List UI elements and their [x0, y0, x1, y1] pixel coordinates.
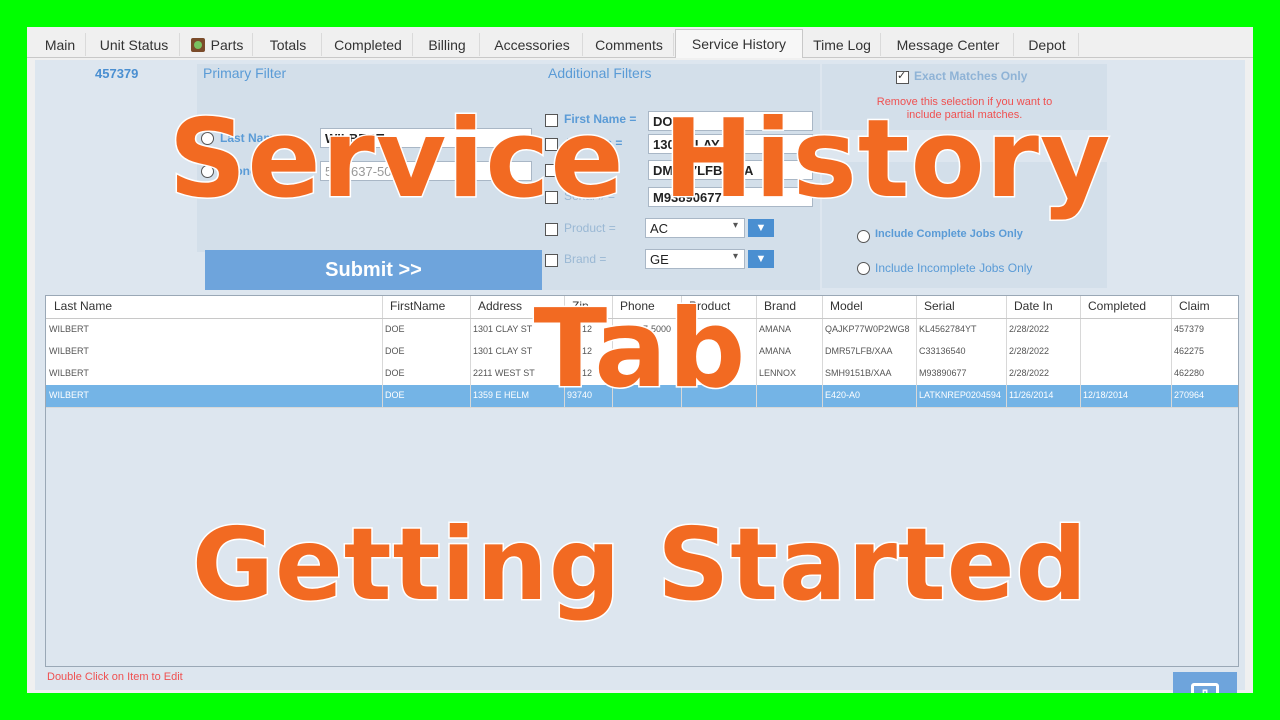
tab-billing[interactable]: Billing — [415, 33, 480, 56]
tab-bar: Main Unit Status Parts Totals Completed Billi… — [27, 27, 1253, 58]
tab-comments[interactable]: Comments — [585, 33, 674, 56]
incomplete-jobs-radio[interactable] — [857, 262, 870, 275]
exact-matches-label: Exact Matches Only — [914, 69, 1028, 83]
overlay-title-line2: Tab — [532, 286, 747, 414]
tab-label: Billing — [428, 36, 466, 53]
tab-depot[interactable]: Depot — [1016, 33, 1079, 56]
complete-jobs-radio[interactable] — [857, 230, 870, 243]
tab-message-center[interactable]: Message Center — [883, 33, 1014, 56]
brand-dropdown-button[interactable]: ▼ — [748, 250, 774, 268]
tab-label: Totals — [269, 36, 307, 53]
tab-label: Parts — [210, 36, 244, 53]
tab-time-log[interactable]: Time Log — [804, 33, 881, 56]
export-button[interactable]: ⇩ — [1173, 672, 1237, 693]
incomplete-jobs-label: Include Incomplete Jobs Only — [875, 261, 1033, 275]
tab-label: Accessories — [494, 36, 570, 53]
submit-button[interactable]: Submit >> — [205, 250, 542, 290]
additional-filters-title: Additional Filters — [548, 65, 652, 81]
arrow-down-icon: ▼ — [755, 253, 767, 265]
download-arrow-icon: ⇩ — [1191, 683, 1219, 693]
brand-label: Brand = — [564, 252, 607, 266]
tab-label: Main — [44, 36, 76, 53]
tab-label: Service History — [691, 36, 787, 52]
tab-label: Depot — [1028, 36, 1066, 53]
overlay-title-line1: Service History — [167, 96, 1112, 224]
tab-label: Unit Status — [99, 36, 169, 53]
tab-totals[interactable]: Totals — [255, 33, 322, 56]
tab-label: Comments — [595, 36, 663, 53]
claim-number: 457379 — [95, 66, 139, 81]
tab-unit-status[interactable]: Unit Status — [89, 33, 180, 56]
tab-service-history[interactable]: Service History — [675, 29, 803, 58]
tab-accessories[interactable]: Accessories — [482, 33, 583, 56]
complete-jobs-label: Include Complete Jobs Only — [875, 228, 1023, 240]
brand-checkbox[interactable] — [545, 254, 558, 267]
brand-chevron-down-icon[interactable]: ▾ — [733, 251, 738, 262]
tab-main[interactable]: Main — [35, 33, 86, 56]
tab-parts[interactable]: Parts — [182, 33, 253, 56]
tab-label: Time Log — [813, 36, 871, 53]
exact-matches-checkbox[interactable] — [896, 69, 909, 84]
edit-hint-text: Double Click on Item to Edit — [47, 671, 183, 683]
overlay-title-line3: Getting Started — [190, 505, 1089, 625]
primary-filter-title: Primary Filter — [203, 65, 287, 81]
parts-icon — [190, 37, 205, 52]
brand-select[interactable]: GE — [645, 249, 745, 269]
tab-completed[interactable]: Completed — [324, 33, 413, 56]
tab-label: Completed — [334, 36, 402, 53]
tab-label: Message Center — [896, 36, 1000, 53]
